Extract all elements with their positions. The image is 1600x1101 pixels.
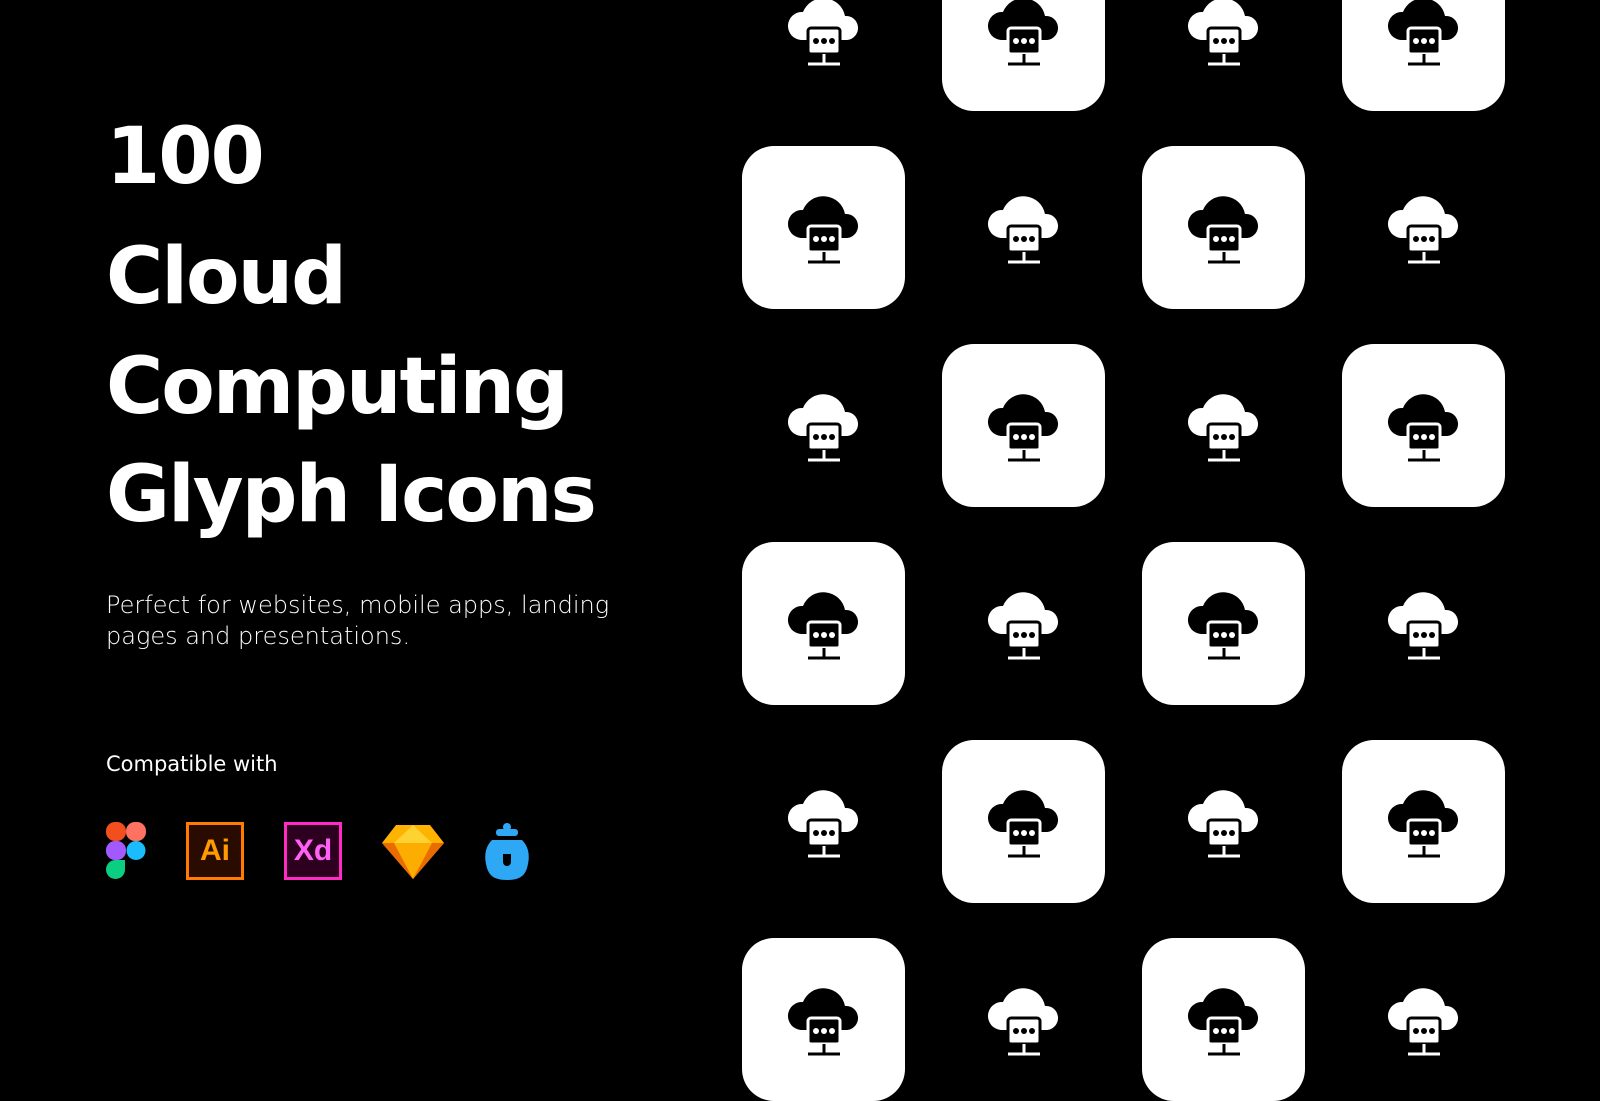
cloud-vr-icon [787, 987, 858, 1055]
cloud-server-network-icon [1387, 195, 1458, 263]
icon-cell [742, 542, 905, 705]
cloud-gear-icon [1387, 987, 1458, 1055]
icon-cell [1342, 740, 1505, 903]
icon-cell [1142, 938, 1305, 1101]
title-line-3: Glyph Icons [106, 450, 597, 540]
icon-cell [942, 938, 1105, 1101]
icon-cell [1342, 938, 1505, 1101]
cloud-eye-icon [787, 591, 858, 659]
icon-cell [742, 0, 905, 111]
server-monitoring-icon [787, 393, 858, 461]
iconjar-icon [485, 823, 529, 880]
illustrator-icon: Ai [186, 822, 244, 880]
sketch-icon [382, 825, 444, 879]
description: Perfect for websites, mobile apps, landi… [106, 591, 610, 650]
title-count: 100 [106, 112, 265, 202]
cloud-server-icon [1187, 195, 1258, 263]
icon-cell [1342, 146, 1505, 309]
cloud-laptop-lock-icon [987, 0, 1058, 65]
icon-cell [1142, 542, 1305, 705]
icon-cell [1342, 0, 1505, 111]
xd-icon: Xd [284, 822, 342, 880]
icon-cell [942, 344, 1105, 507]
cloud-hierarchy-icon [1387, 789, 1458, 857]
cloud-gaming-icon [1187, 789, 1258, 857]
icon-cell [942, 146, 1105, 309]
tool-list: Ai Xd [106, 822, 570, 880]
cloud-tools-icon [1187, 393, 1258, 461]
title-line-1: Cloud [106, 232, 347, 322]
icon-cell [742, 938, 905, 1101]
icon-cell [1142, 146, 1305, 309]
laptop-upload-icon [987, 591, 1058, 659]
globe-browser-icon [1187, 591, 1258, 659]
icon-cell [1142, 344, 1305, 507]
cloud-lock-key-icon [787, 789, 858, 857]
cloud-iot-icon [1187, 987, 1258, 1055]
mobile-cloud-settings-icon [787, 195, 858, 263]
cloud-database-icon [987, 195, 1058, 263]
cloud-checklist-icon [1387, 393, 1458, 461]
laptop-cloud-settings-icon [987, 789, 1058, 857]
title-line-2: Computing [106, 342, 569, 432]
icon-cell [1142, 0, 1305, 111]
cloud-support-icon [1387, 591, 1458, 659]
icon-cell [1342, 344, 1505, 507]
icon-cell [942, 542, 1105, 705]
icon-cell [742, 344, 905, 507]
icon-cell [742, 740, 905, 903]
cloud-globe-icon [1387, 0, 1458, 65]
compatible-label: Compatible with [106, 752, 278, 776]
cloud-video-icon [987, 987, 1058, 1055]
icon-cell [742, 146, 905, 309]
icon-cell [942, 740, 1105, 903]
cloud-transfer-icon [987, 393, 1058, 461]
figma-icon [106, 822, 146, 879]
icon-cell [1142, 740, 1305, 903]
icon-cell [1342, 542, 1505, 705]
icon-cell [942, 0, 1105, 111]
cloud-network-icon [787, 0, 858, 65]
cloud-book-icon [1187, 0, 1258, 65]
